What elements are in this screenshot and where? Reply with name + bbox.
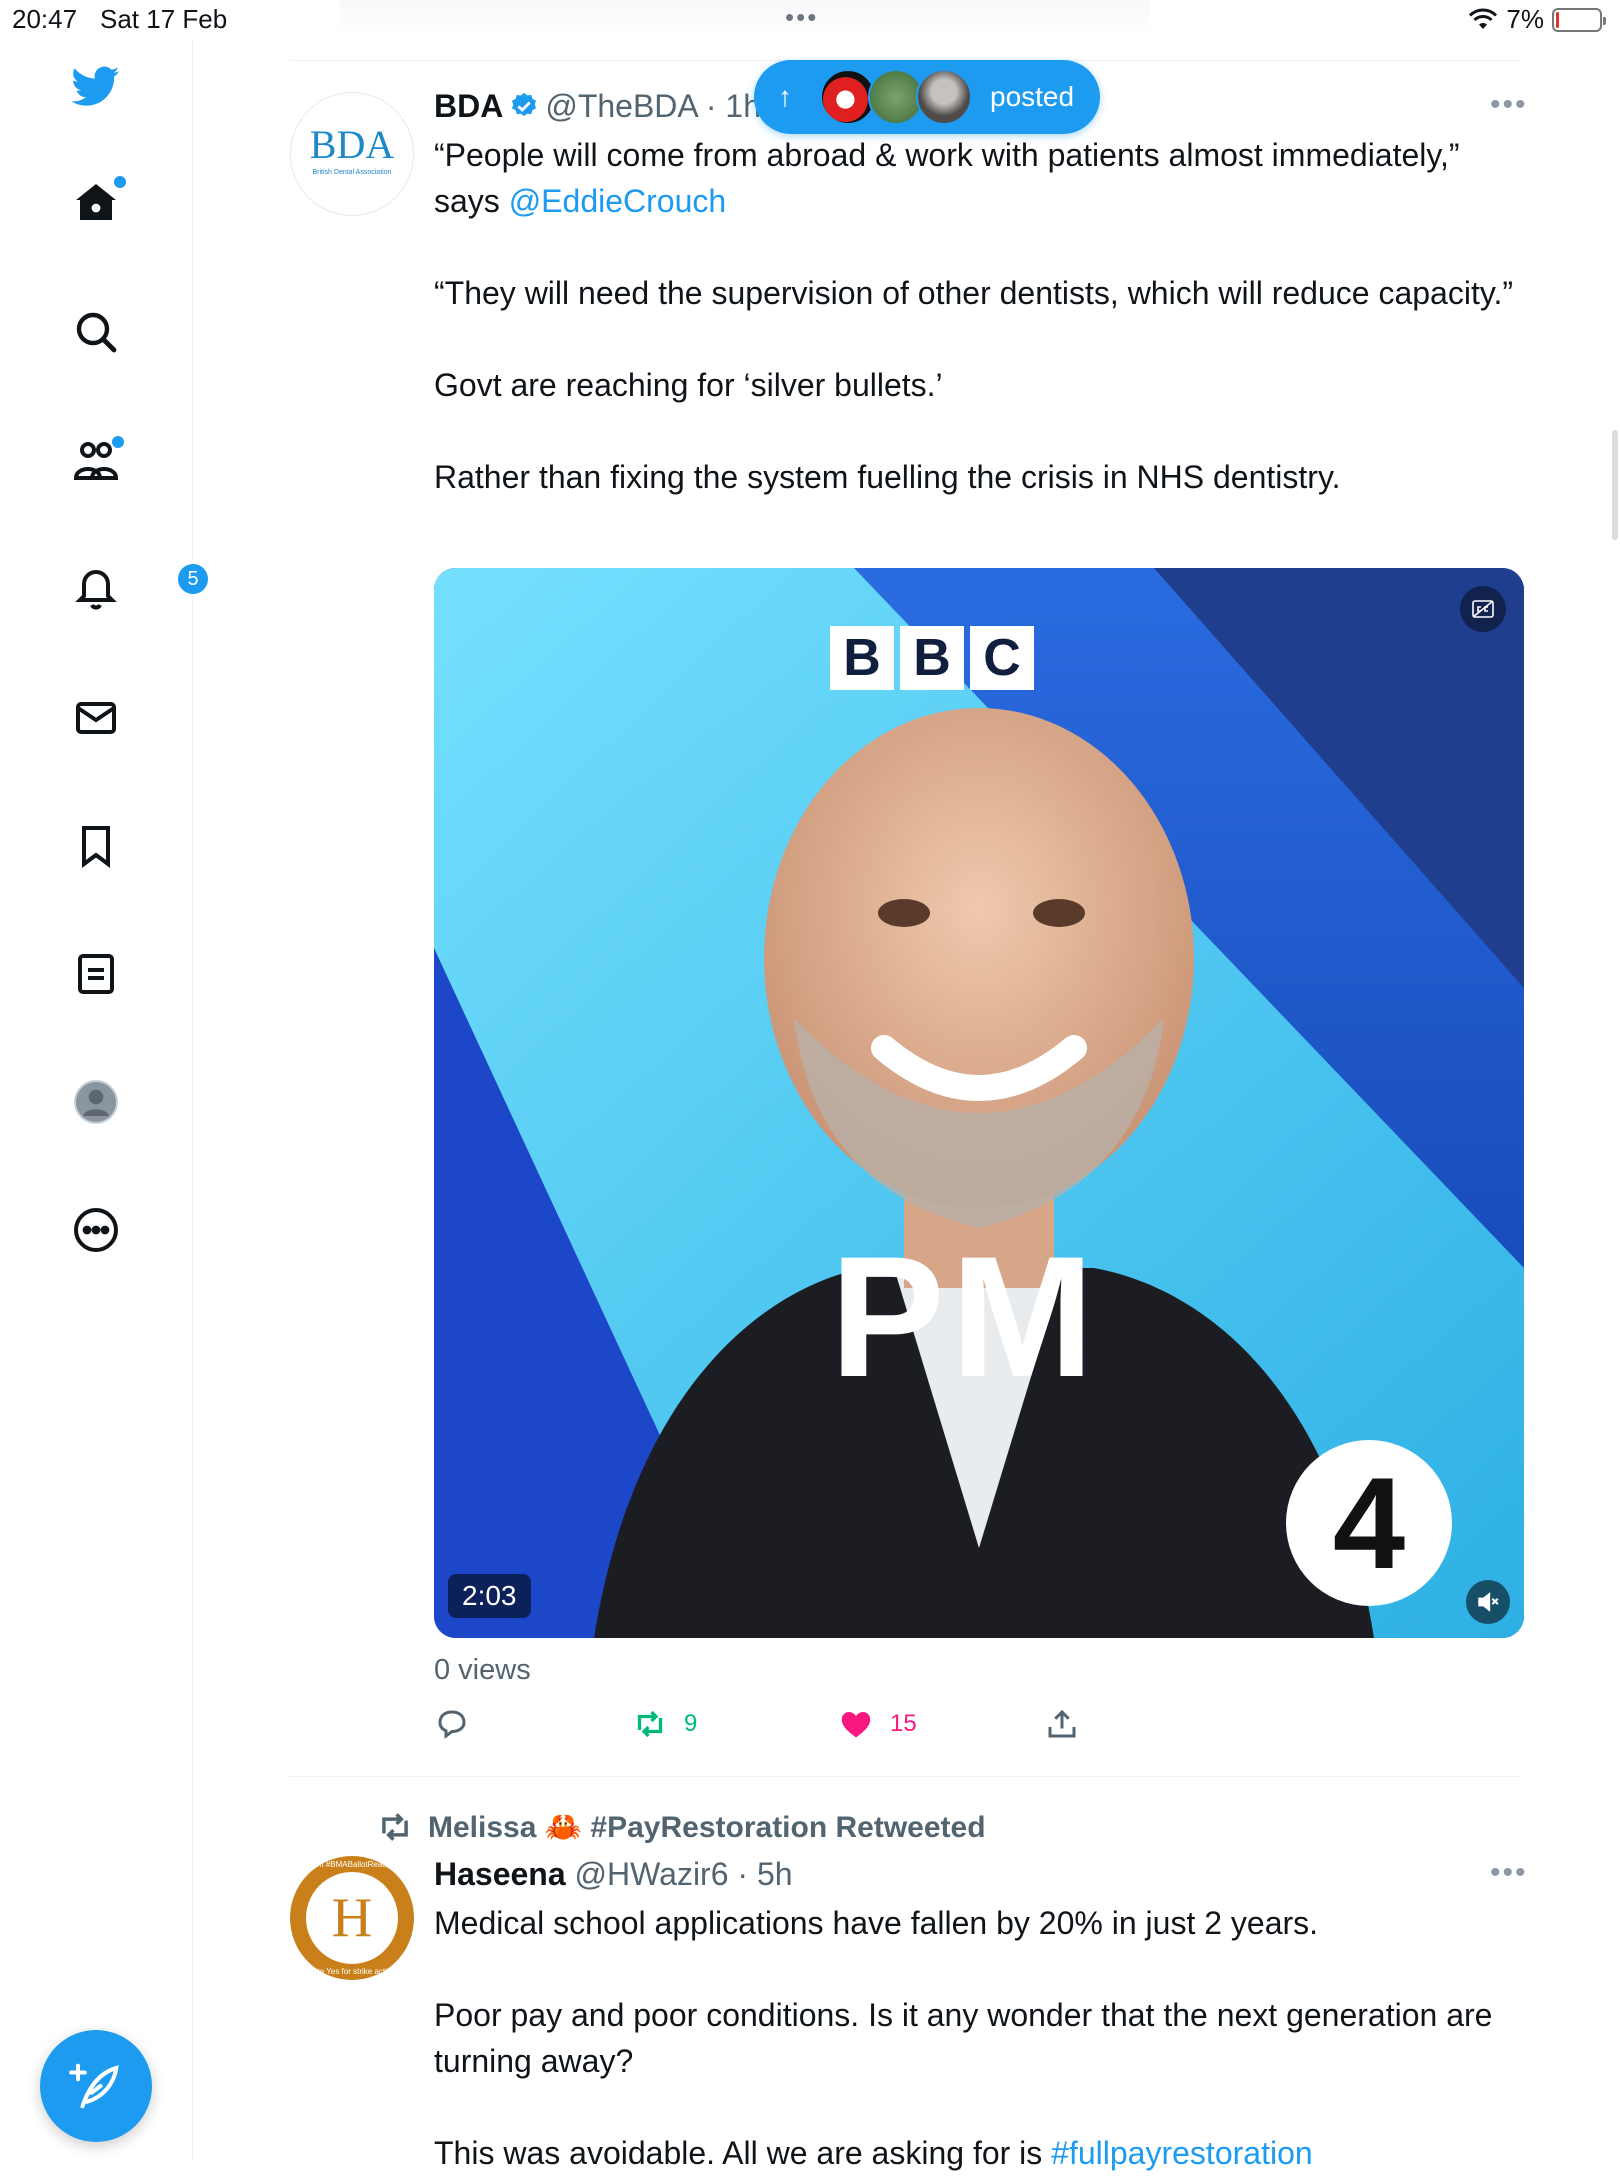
tweet-more-icon[interactable]: ••• <box>1490 88 1528 122</box>
notifications-icon[interactable]: 5 <box>70 562 210 614</box>
wifi-icon <box>1469 8 1498 29</box>
retweet-small-icon <box>382 1813 408 1841</box>
top-bar-ghost <box>340 0 1150 36</box>
heart-icon <box>841 1712 871 1738</box>
search-icon[interactable] <box>70 306 122 358</box>
arrow-up-icon: ↑ <box>778 81 792 112</box>
retweeted-by-label: Melissa 🦀 #PayRestoration Retweeted <box>428 1810 986 1844</box>
tweet2-header: Haseena @HWazir6 · 5h <box>434 1856 793 1893</box>
status-bar: 20:47 Sat 17 Feb ••• 7% <box>0 0 1620 40</box>
communities-icon[interactable] <box>70 434 124 486</box>
reply-icon <box>438 1710 466 1739</box>
tweet2-text: Medical school applications have fallen … <box>434 1900 1524 2176</box>
video-player[interactable]: B B C PM 4 2:03 <box>434 568 1524 1638</box>
multitasking-dots-icon[interactable]: ••• <box>785 2 818 33</box>
mute-icon[interactable] <box>1466 1580 1510 1624</box>
status-date: Sat 17 Feb <box>100 4 228 34</box>
home-notification-dot <box>114 176 126 188</box>
tweet2-author-handle[interactable]: @HWazir6 · 5h <box>575 1856 793 1892</box>
battery-percent: 7% <box>1506 4 1544 34</box>
tweet-header: BDA @TheBDA · 1h <box>434 88 761 129</box>
bda-avatar[interactable]: BDA British Dental Association <box>290 92 414 216</box>
compose-button[interactable] <box>40 2030 152 2142</box>
share-icon <box>1048 1709 1076 1738</box>
reply-button[interactable] <box>434 1706 470 1742</box>
haseena-avatar-letter: H <box>331 1887 373 1949</box>
battery-level <box>1556 11 1559 28</box>
bda-avatar-text: BDA <box>309 122 395 167</box>
haseena-avatar-ring-top: I'm #BMABallotReady <box>313 1860 391 1869</box>
home-icon[interactable] <box>70 176 126 228</box>
poster-avatar-3 <box>916 69 972 125</box>
tweet-author-handle[interactable]: @TheBDA · 1h <box>545 88 761 124</box>
communities-notification-dot <box>112 436 124 448</box>
scrollbar-thumb[interactable] <box>1612 430 1618 540</box>
status-time: 20:47 <box>12 4 78 34</box>
verified-badge-icon <box>509 91 539 129</box>
haseena-avatar[interactable]: H I'm #BMABallotReady Vote Yes for strik… <box>290 1856 414 1980</box>
tweet-actions: 9 15 <box>434 1706 1434 1754</box>
tweet2-author-name[interactable]: Haseena <box>434 1856 566 1892</box>
profile-avatar-icon[interactable] <box>70 1076 122 1128</box>
bbc-letter-1: B <box>830 626 894 690</box>
tweet2-more-icon[interactable]: ••• <box>1490 1856 1528 1890</box>
bda-avatar-subtext: British Dental Association <box>312 169 392 176</box>
video-duration: 2:03 <box>448 1574 531 1618</box>
tweet-text-part2: “They will need the supervision of other… <box>434 275 1514 495</box>
retweet-icon <box>637 1710 663 1738</box>
tweet-divider <box>290 1776 1522 1777</box>
mention-link[interactable]: @EddieCrouch <box>509 183 726 219</box>
status-right: 7% <box>1468 4 1606 35</box>
tweet2-text-body: Medical school applications have fallen … <box>434 1905 1493 2171</box>
tweet-text: “People will come from abroad & work wit… <box>434 132 1524 500</box>
share-button[interactable] <box>1044 1706 1080 1742</box>
lists-icon[interactable] <box>70 948 122 1000</box>
sidebar: 5 <box>0 40 210 2160</box>
notifications-badge: 5 <box>176 562 210 596</box>
battery-icon <box>1552 7 1606 32</box>
bbc-letter-2: B <box>900 626 964 690</box>
twitter-bird-icon[interactable] <box>70 60 122 112</box>
new-posts-label: posted <box>990 81 1075 112</box>
bbc-letter-3: C <box>970 626 1034 690</box>
captions-icon[interactable] <box>1460 586 1506 632</box>
retweet-count: 9 <box>684 1710 698 1737</box>
like-button[interactable]: 15 <box>838 1706 917 1742</box>
bbc-logo: B B C <box>830 626 1034 690</box>
bookmarks-icon[interactable] <box>70 820 122 872</box>
view-count: 0 views <box>434 1654 531 1686</box>
hashtag-link[interactable]: #fullpayrestoration <box>1051 2135 1312 2171</box>
messages-icon[interactable] <box>70 692 122 744</box>
retweet-button[interactable]: 9 <box>632 1706 697 1742</box>
retweeted-by[interactable]: Melissa 🦀 #PayRestoration Retweeted <box>376 1808 986 1846</box>
radio4-logo: 4 <box>1286 1440 1452 1606</box>
new-posts-pill[interactable]: ↑ posted <box>754 60 1101 134</box>
show-title: PM <box>830 1221 1100 1413</box>
more-options-icon[interactable] <box>70 1204 122 1256</box>
compose-feather-icon <box>69 2063 119 2109</box>
haseena-avatar-ring-bottom: Vote Yes for strike action <box>308 1967 396 1976</box>
tweet-author-name[interactable]: BDA <box>434 88 503 124</box>
like-count: 15 <box>890 1710 917 1737</box>
